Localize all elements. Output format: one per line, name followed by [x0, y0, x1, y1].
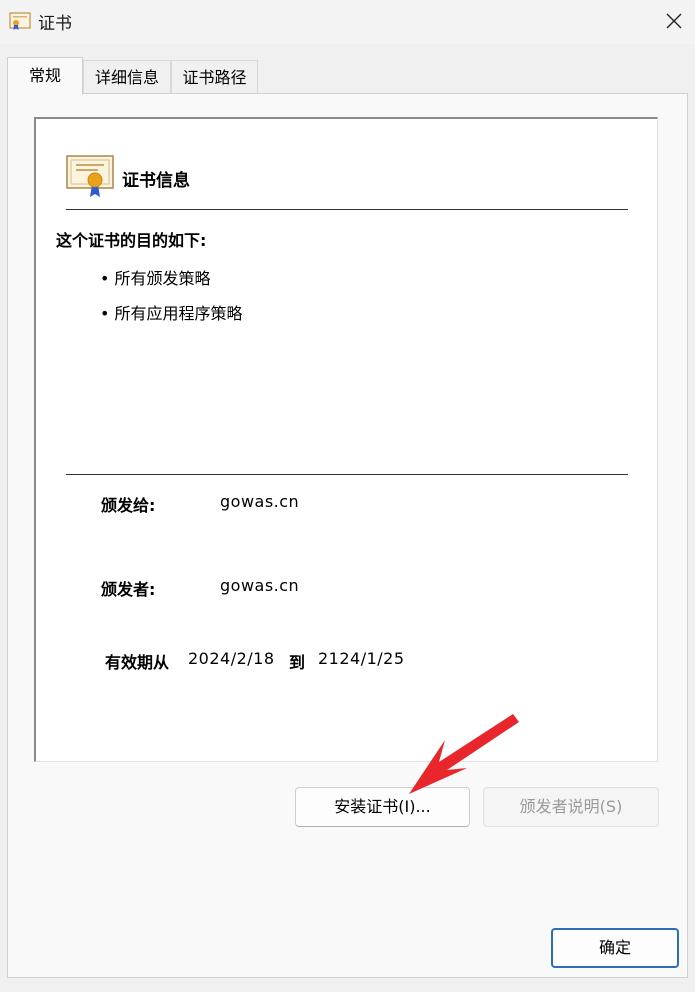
valid-from-value: 2024/2/18: [188, 649, 275, 668]
window-title: 证书: [38, 14, 72, 34]
divider: [66, 209, 628, 210]
valid-to-value: 2124/1/25: [318, 649, 405, 668]
certificate-info-title: 证书信息: [122, 171, 190, 191]
tab-general[interactable]: 常规: [7, 57, 83, 95]
valid-to-label: 到: [289, 653, 306, 672]
general-tab-panel: 证书信息 这个证书的目的如下: • 所有颁发策略 • 所有应用程序策略 颁发给:…: [7, 93, 688, 978]
issued-by-label: 颁发者:: [101, 580, 156, 599]
valid-from-label: 有效期从: [105, 653, 170, 672]
close-button[interactable]: [650, 0, 695, 44]
certificate-icon: [66, 155, 116, 201]
issued-to-value: gowas.cn: [220, 492, 300, 511]
purpose-heading: 这个证书的目的如下:: [56, 231, 207, 250]
purpose-item: • 所有应用程序策略: [100, 304, 243, 323]
ok-button[interactable]: 确定: [551, 928, 679, 968]
close-icon: [666, 13, 682, 29]
purpose-item: • 所有颁发策略: [100, 269, 211, 288]
divider: [66, 474, 628, 475]
install-certificate-button[interactable]: 安装证书(I)...: [295, 787, 470, 827]
certificate-info-box: 证书信息 这个证书的目的如下: • 所有颁发策略 • 所有应用程序策略 颁发给:…: [34, 117, 658, 762]
issuer-statement-button[interactable]: 颁发者说明(S): [483, 787, 659, 827]
issued-to-label: 颁发给:: [101, 496, 156, 515]
tab-certification-path[interactable]: 证书路径: [171, 60, 258, 93]
tab-details[interactable]: 详细信息: [83, 60, 171, 93]
certificate-icon: [9, 11, 31, 31]
issued-by-value: gowas.cn: [220, 576, 300, 595]
title-bar: 证书: [0, 0, 695, 44]
